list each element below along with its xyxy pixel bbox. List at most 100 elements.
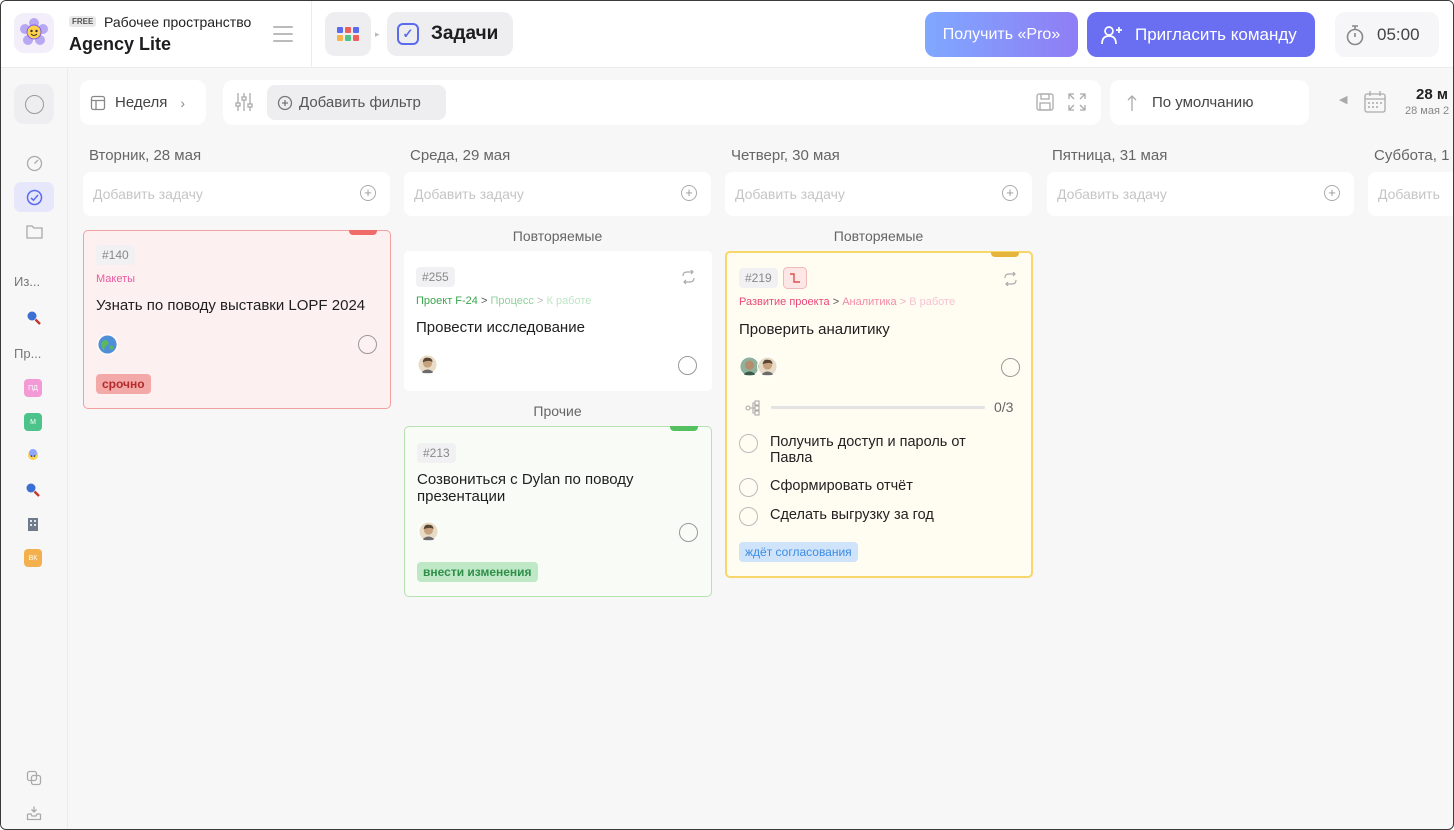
subtask-checkbox[interactable] <box>739 478 758 497</box>
group-label-other: Прочие <box>533 403 582 419</box>
view-week-button[interactable]: Неделя › <box>80 80 206 125</box>
project-character[interactable] <box>24 447 42 465</box>
group-label-recurring: Повторяемые <box>512 228 603 244</box>
filter-bar: Добавить фильтр <box>223 80 1101 125</box>
sort-button[interactable]: По умолчанию <box>1110 80 1309 125</box>
sliders-icon[interactable] <box>233 91 255 113</box>
flower-logo-icon <box>20 18 48 45</box>
workspace-name[interactable]: Agency Lite <box>69 34 171 55</box>
subtask-checkbox[interactable] <box>739 507 758 526</box>
sidebar-home-button[interactable] <box>14 84 54 124</box>
task-card-219[interactable]: #219 Развитие проекта > Аналитика > В ра… <box>725 251 1033 578</box>
task-card-213[interactable]: #213 Созвониться с Dylan по поводу презе… <box>404 426 712 597</box>
add-task-input-wednesday[interactable]: Добавить задачу + <box>404 172 711 216</box>
path-separator: > <box>480 295 488 307</box>
subtasks-icon <box>745 400 760 416</box>
plus-circle-icon[interactable]: + <box>360 185 376 201</box>
add-task-input-saturday[interactable]: Добавить <box>1368 172 1453 216</box>
character-icon <box>28 449 38 460</box>
task-title[interactable]: Провести исследование <box>416 319 585 336</box>
subtask-progress-track <box>771 406 985 409</box>
user-avatar-icon[interactable] <box>418 521 439 542</box>
sidebar-favorite-search[interactable] <box>14 303 54 333</box>
previous-week-icon[interactable]: ◀ <box>1339 93 1347 106</box>
add-filter-button[interactable]: Добавить фильтр <box>267 85 446 120</box>
path-project[interactable]: Проект F-24 <box>416 295 478 307</box>
project-search[interactable] <box>24 481 42 499</box>
plus-circle-icon[interactable]: + <box>1002 185 1018 201</box>
sidebar-copy-button[interactable] <box>14 763 54 793</box>
sidebar-inbox-button[interactable] <box>14 798 54 828</box>
path-stage[interactable]: Процесс <box>490 295 533 307</box>
tag-urgent[interactable]: срочно <box>96 374 151 394</box>
subtask-checkbox[interactable] <box>739 434 758 453</box>
subtask-item[interactable]: Получить доступ и пароль от Павла <box>739 434 1019 466</box>
repeat-icon <box>682 270 695 284</box>
chevron-right-icon: › <box>180 94 185 111</box>
add-user-icon <box>1101 25 1122 44</box>
add-task-input-friday[interactable]: Добавить задачу + <box>1047 172 1354 216</box>
divider <box>311 1 312 68</box>
task-title[interactable]: Узнать по поводу выставки LOPF 2024 <box>96 297 365 314</box>
sidebar-section-projects: Пр... <box>14 346 42 361</box>
complete-checkbox[interactable] <box>358 335 377 354</box>
task-id: #213 <box>417 443 456 463</box>
flow-badge-icon[interactable] <box>783 267 807 289</box>
user-avatar-icon[interactable] <box>417 354 438 375</box>
column-title-wednesday: Среда, 29 мая <box>410 147 511 164</box>
plus-circle-icon[interactable]: + <box>1324 185 1340 201</box>
invite-team-button[interactable]: Пригласить команду <box>1087 12 1315 57</box>
plan-badge: FREE <box>69 16 97 27</box>
plus-circle-icon <box>277 95 293 110</box>
earth-avatar-icon[interactable] <box>97 334 118 355</box>
subtask-label-line-1: Получить доступ и пароль от <box>770 434 966 450</box>
workspace-logo[interactable] <box>14 13 54 53</box>
user-avatar-icon[interactable] <box>757 356 778 377</box>
project-m[interactable]: М <box>24 413 42 431</box>
calendar-icon[interactable] <box>1363 90 1387 114</box>
project-building[interactable] <box>24 515 42 533</box>
sidebar-item-files[interactable] <box>14 216 54 246</box>
get-pro-button[interactable]: Получить «Pro» <box>925 12 1078 57</box>
tasks-tab[interactable]: ✓ Задачи <box>387 12 513 56</box>
task-category[interactable]: Макеты <box>96 273 135 285</box>
add-task-input-thursday[interactable]: Добавить задачу + <box>725 172 1032 216</box>
expand-icon[interactable] <box>1067 92 1087 112</box>
subtask-item[interactable]: Сделать выгрузку за год <box>739 507 1019 526</box>
tag-awaiting-approval[interactable]: ждёт согласования <box>739 542 858 562</box>
path-stage[interactable]: Аналитика <box>842 296 896 308</box>
column-title-friday: Пятница, 31 мая <box>1052 147 1168 164</box>
sidebar-item-tasks[interactable] <box>14 182 54 212</box>
path-project[interactable]: Развитие проекта <box>739 296 830 308</box>
project-vk[interactable]: ВК <box>24 549 42 567</box>
magnifier-icon <box>27 311 41 325</box>
path-status[interactable]: В работе <box>909 296 955 308</box>
timer-button[interactable]: 05:00 <box>1335 12 1439 57</box>
tag-changes[interactable]: внести изменения <box>417 562 538 582</box>
subtask-progress-text: 0/3 <box>994 399 1014 415</box>
current-date[interactable]: 28 м <box>1416 86 1448 103</box>
task-title[interactable]: Проверить аналитику <box>739 321 890 338</box>
add-task-input-tuesday[interactable]: Добавить задачу + <box>83 172 390 216</box>
sidebar-item-dashboard[interactable] <box>14 148 54 178</box>
check-circle-icon <box>26 189 42 205</box>
task-check-icon: ✓ <box>397 23 419 45</box>
complete-checkbox[interactable] <box>679 523 698 542</box>
subtask-label: Сформировать отчёт <box>770 478 913 494</box>
task-title-line-2[interactable]: презентации <box>417 488 505 505</box>
plus-circle-icon[interactable]: + <box>681 185 697 201</box>
path-status[interactable]: К работе <box>546 295 591 307</box>
task-title-line-1[interactable]: Созвониться с Dylan по поводу <box>417 471 634 488</box>
sidebar-section-favorites: Из... <box>14 274 41 289</box>
apps-grid-button[interactable] <box>325 12 371 56</box>
subtask-item[interactable]: Сформировать отчёт <box>739 478 1019 497</box>
project-pd[interactable]: ПД <box>24 379 42 397</box>
circle-icon <box>24 94 44 114</box>
hamburger-menu-icon[interactable] <box>269 23 297 45</box>
save-icon[interactable] <box>1035 92 1055 112</box>
complete-checkbox[interactable] <box>1001 358 1020 377</box>
sort-arrow-icon <box>1127 94 1137 111</box>
task-card-140[interactable]: #140 Макеты Узнать по поводу выставки LO… <box>83 230 391 409</box>
task-card-255[interactable]: #255 Проект F-24 > Процесс > К работе Пр… <box>404 251 712 391</box>
complete-checkbox[interactable] <box>678 356 697 375</box>
